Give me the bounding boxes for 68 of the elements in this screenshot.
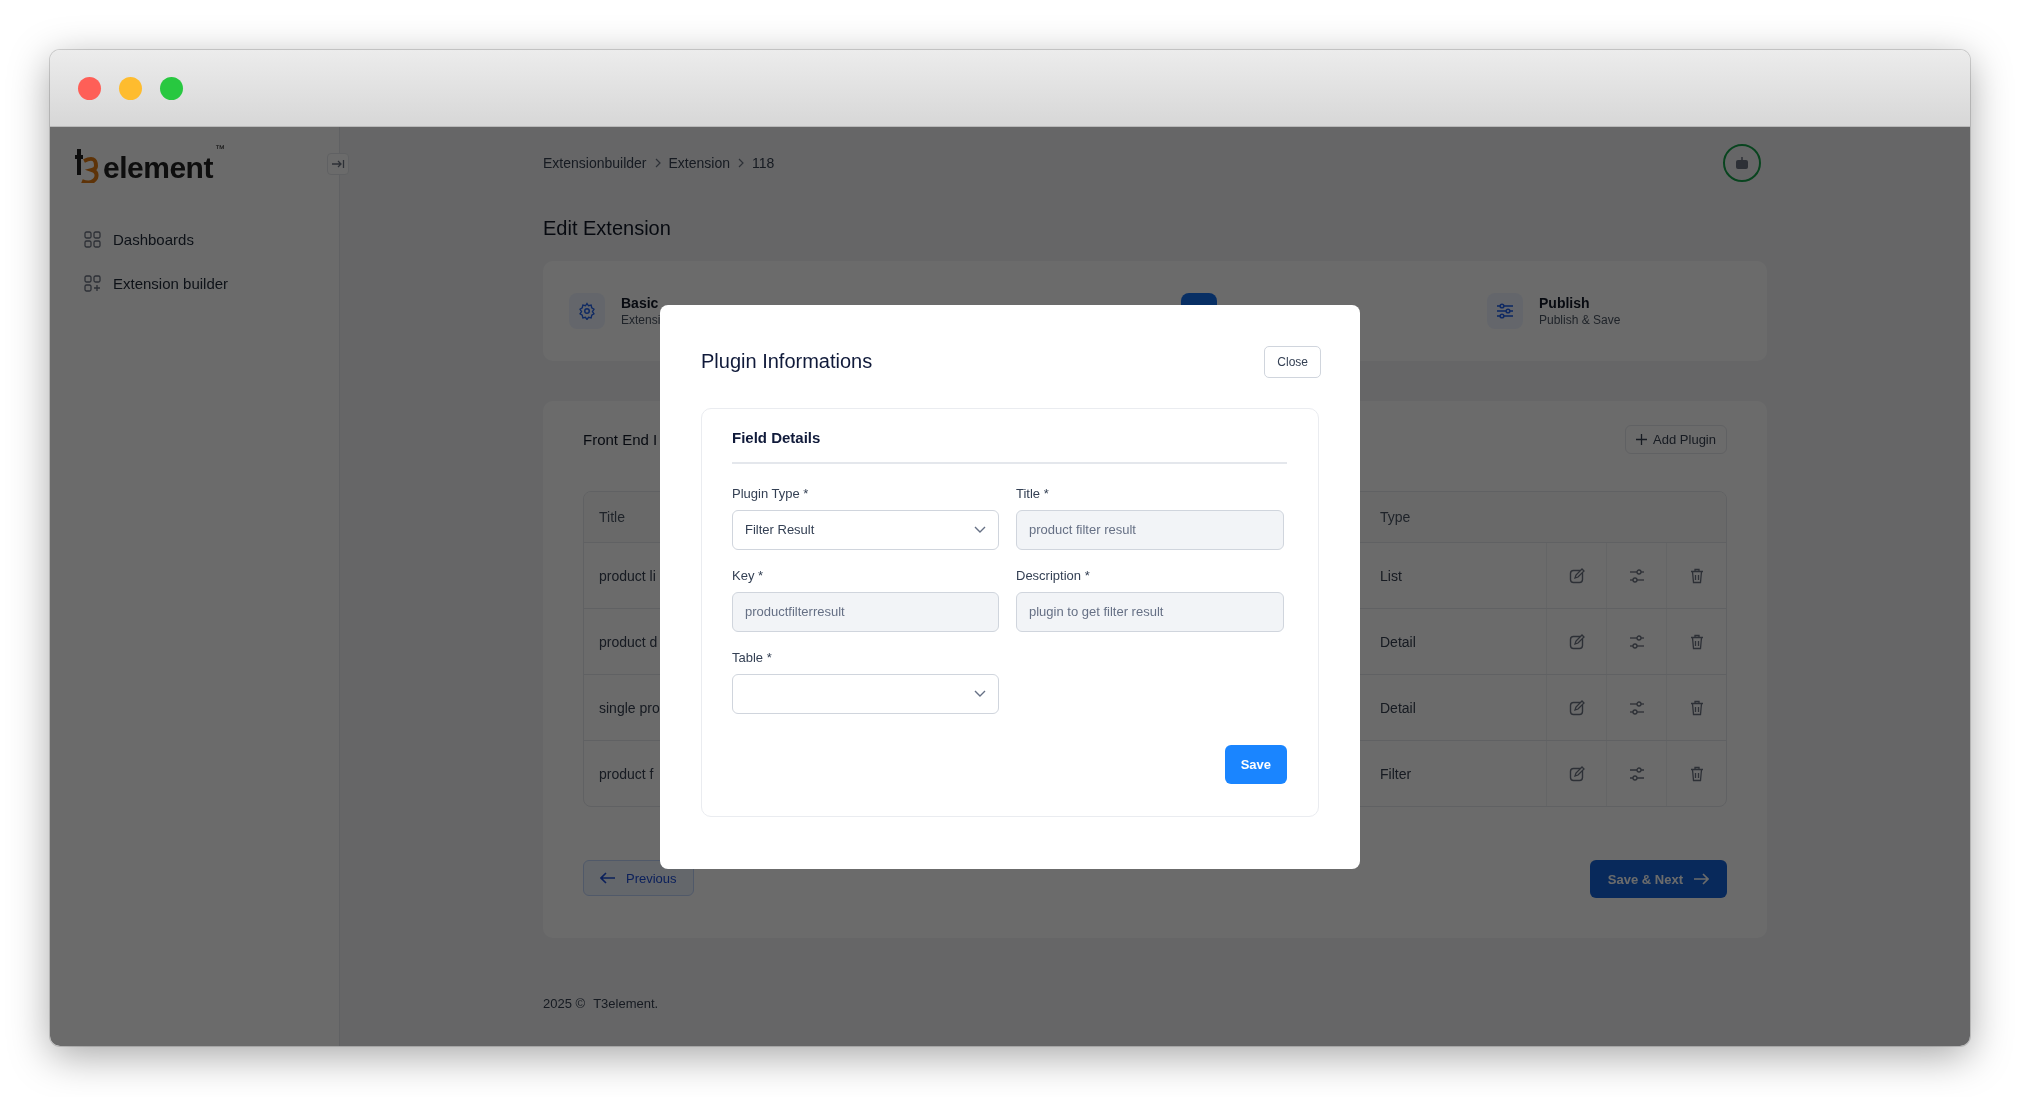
field-label: Plugin Type * [732, 485, 810, 502]
save-button[interactable]: Save [1224, 744, 1287, 784]
page-title: Edit Extension [543, 216, 672, 240]
sliders-icon [1495, 302, 1515, 320]
dialog-title: Plugin Informations [701, 350, 873, 373]
trash-icon[interactable] [1689, 765, 1704, 782]
field-label: Key * [732, 567, 765, 584]
field-label: Table * [732, 649, 773, 666]
table-cell: single pro [599, 699, 660, 716]
sliders-icon[interactable] [1628, 765, 1645, 782]
edit-icon[interactable] [1568, 699, 1585, 716]
breadcrumb-link[interactable]: Extensionbuilder [543, 155, 647, 171]
table-cell: product d [599, 633, 658, 650]
sliders-icon[interactable] [1628, 699, 1645, 716]
collapse-sidebar-icon[interactable] [327, 153, 349, 175]
sidebar-item[interactable]: Extension builder [75, 261, 339, 305]
gear-icon [578, 302, 596, 320]
logo-text: element [103, 153, 213, 183]
column-header: Title [599, 509, 625, 525]
close-window-button[interactable] [78, 76, 101, 100]
step-title: Basic [621, 295, 660, 311]
section-title: Front End I [583, 430, 658, 448]
trash-icon[interactable] [1689, 567, 1704, 584]
column-header: Type [1380, 509, 1411, 525]
footer-link[interactable]: T3element. [593, 996, 659, 1011]
grid-plus-icon [84, 274, 101, 292]
logo-icon [75, 149, 101, 183]
plus-icon [1636, 433, 1648, 445]
breadcrumb-link[interactable]: Extension [668, 155, 730, 171]
step-title: Publish [1539, 295, 1591, 311]
close-button[interactable]: Close [1264, 345, 1321, 378]
chevron-down-icon [974, 525, 986, 534]
grid-icon [84, 230, 101, 248]
select-field[interactable] [732, 673, 999, 714]
table-cell: product f [599, 765, 654, 782]
arrow-right-icon [1693, 873, 1709, 885]
edit-icon[interactable] [1568, 765, 1585, 782]
chevron-right-icon [738, 158, 744, 168]
chevron-right-icon [654, 158, 661, 168]
arrow-left-icon [600, 872, 616, 884]
trash-icon[interactable] [1689, 699, 1704, 716]
trash-icon[interactable] [1689, 633, 1704, 650]
sidebar-item[interactable]: Dashboards [75, 217, 339, 261]
breadcrumb-link[interactable]: 118 [752, 155, 775, 171]
table-cell: List [1380, 567, 1402, 584]
field-label: Description * [1016, 567, 1091, 584]
table-cell: Detail [1380, 633, 1416, 650]
sliders-icon[interactable] [1628, 633, 1645, 650]
trademark-mark: ™ [214, 143, 225, 154]
save-next-button[interactable]: Save & Next [1589, 860, 1727, 898]
zoom-window-button[interactable] [160, 76, 183, 100]
add-plugin-button[interactable]: Add Plugin [1625, 424, 1727, 454]
edit-icon[interactable] [1568, 633, 1585, 650]
card-title: Field Details [732, 426, 1287, 464]
chevron-down-icon [974, 689, 986, 698]
user-avatar[interactable] [1723, 144, 1761, 182]
select-field[interactable]: Filter Result [732, 509, 999, 550]
table-cell: product li [599, 567, 656, 584]
step-subtitle: Publish & Save [1539, 313, 1621, 327]
table-cell: Detail [1380, 699, 1416, 716]
step-subtitle: Extensi [621, 313, 661, 327]
field-label: Title * [1016, 485, 1050, 502]
sliders-icon[interactable] [1628, 567, 1645, 584]
edit-icon[interactable] [1568, 567, 1585, 584]
minimize-window-button[interactable] [119, 76, 142, 100]
table-cell: Filter [1380, 765, 1412, 782]
copyright-text: 2025 © [543, 996, 586, 1011]
previous-button[interactable]: Previous [583, 860, 694, 896]
